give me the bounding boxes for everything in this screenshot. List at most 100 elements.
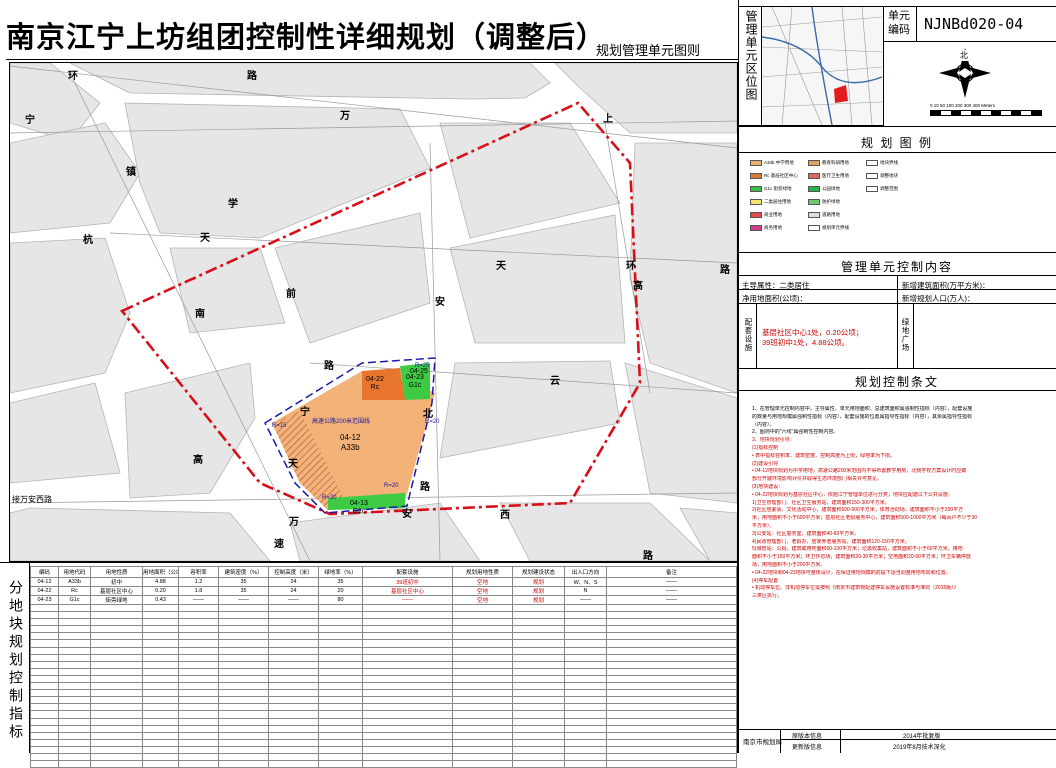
table-cell bbox=[606, 639, 737, 648]
table-cell bbox=[58, 660, 91, 669]
legend-swatch bbox=[808, 160, 820, 166]
legend-swatch bbox=[750, 173, 762, 179]
table-cell bbox=[178, 674, 219, 684]
locator-label: 管理单元区位图 bbox=[744, 10, 758, 101]
legend-item: 商务用地 bbox=[750, 225, 782, 231]
road-label: 安 bbox=[402, 509, 412, 520]
table-cell: —— bbox=[606, 577, 737, 587]
table-cell bbox=[564, 696, 607, 705]
table-cell bbox=[58, 724, 91, 733]
table-cell bbox=[30, 689, 59, 698]
table-cell bbox=[268, 724, 319, 733]
table-cell bbox=[58, 618, 91, 627]
table-cell bbox=[90, 646, 143, 655]
table-cell bbox=[318, 674, 363, 684]
curb-radius-label: R=25 bbox=[415, 363, 430, 369]
legend-text: 调整范围 bbox=[880, 186, 898, 192]
curb-radius-label: R=20 bbox=[322, 495, 337, 501]
north-label: 北 bbox=[960, 50, 968, 61]
table-cell bbox=[90, 632, 143, 641]
table-cell bbox=[178, 625, 219, 634]
table-cell bbox=[30, 611, 59, 620]
legend-item: Rc 基层社区中心 bbox=[750, 173, 798, 179]
table-cell bbox=[512, 717, 565, 726]
table-cell bbox=[452, 760, 513, 768]
table-cell bbox=[362, 703, 453, 712]
table-cell bbox=[218, 738, 269, 747]
table-cell bbox=[606, 660, 737, 669]
table-cell bbox=[142, 618, 179, 627]
unit-code-divider bbox=[916, 6, 917, 42]
table-cell bbox=[30, 752, 59, 762]
table-row-empty bbox=[30, 660, 737, 669]
legend-title: 规 划 图 例 bbox=[860, 136, 933, 150]
table-row-empty bbox=[30, 731, 737, 740]
table-cell bbox=[218, 639, 269, 648]
map-frame: 环路宁万镇上学高杭天天环路前南安高云路宁北天路接万安西路西路万速安 04-12 A3… bbox=[9, 62, 738, 562]
table-cell bbox=[606, 618, 737, 627]
road-label: 路 bbox=[324, 361, 334, 372]
table-cell bbox=[606, 625, 737, 634]
table-cell bbox=[452, 632, 513, 641]
table-cell: 基层社区中心 bbox=[90, 586, 143, 596]
table-cell bbox=[452, 660, 513, 669]
table-cell: 04-22 bbox=[30, 586, 59, 596]
table-cell bbox=[452, 603, 513, 613]
table-cell bbox=[362, 760, 453, 768]
parcel-label-04-22: 04-22 Rc bbox=[366, 376, 384, 393]
table-cell bbox=[606, 760, 737, 768]
article-line: • 机动停车位、非机动停车位需按照《南京市建筑物配建停车设施设置标准与准则（20… bbox=[752, 585, 959, 592]
block bbox=[124, 102, 431, 239]
parcel-label-04-13: 04-13 G1c bbox=[350, 500, 368, 517]
table-cell bbox=[564, 653, 607, 662]
table-cell bbox=[564, 646, 607, 655]
table-cell bbox=[58, 682, 91, 691]
block bbox=[10, 237, 131, 394]
table-cell bbox=[30, 696, 59, 705]
table-cell bbox=[218, 603, 269, 613]
legend-item: 调整范围 bbox=[866, 186, 898, 192]
table-cell bbox=[564, 682, 607, 691]
table-cell bbox=[362, 646, 453, 655]
table-cell bbox=[178, 752, 219, 762]
table-cell bbox=[218, 760, 269, 768]
article-line: 1、在管理单元控制内容中，主导属性、单元用地面积、总建筑面积属强制性指标（内容）… bbox=[752, 406, 973, 412]
table-cell bbox=[30, 745, 59, 754]
table-cell bbox=[268, 674, 319, 684]
unit-code-label: 单元编码 bbox=[888, 10, 910, 36]
table-cell bbox=[362, 660, 453, 669]
frame-line-top bbox=[6, 59, 738, 60]
article-line: 3、地块规划引导： bbox=[752, 437, 795, 444]
table-cell bbox=[362, 717, 453, 726]
table-row-empty bbox=[30, 611, 737, 620]
table-header-cell: 控制高度（米） bbox=[268, 566, 319, 578]
road-label: 接万安西路 bbox=[12, 495, 52, 504]
table-cell: 基层社区中心 bbox=[362, 586, 453, 596]
table-cell bbox=[90, 724, 143, 733]
table-cell bbox=[564, 710, 607, 719]
table-cell: Rc bbox=[58, 586, 91, 596]
table-cell bbox=[318, 646, 363, 655]
article-line: 米，用地面积不小于600平方米；基层社区老龄服务中心，建筑面积500-1000平… bbox=[752, 515, 978, 522]
table-cell bbox=[362, 731, 453, 740]
table-cell bbox=[90, 603, 143, 613]
table-cell bbox=[318, 752, 363, 762]
table-cell bbox=[452, 724, 513, 733]
table-cell bbox=[268, 682, 319, 691]
table-cell bbox=[30, 625, 59, 634]
legend-swatch bbox=[750, 225, 762, 231]
page-title: 南京江宁上坊组团控制性详细规划（调整后） bbox=[6, 22, 607, 54]
table-cell bbox=[512, 760, 565, 768]
table-cell bbox=[90, 674, 143, 684]
table-cell bbox=[218, 653, 269, 662]
table-cell bbox=[606, 674, 737, 684]
table-cell bbox=[90, 667, 143, 676]
table-cell bbox=[606, 696, 737, 705]
table-cell bbox=[178, 703, 219, 712]
table-cell bbox=[452, 738, 513, 747]
table-cell bbox=[452, 717, 513, 726]
table-cell: —— bbox=[218, 595, 269, 605]
table-cell bbox=[90, 696, 143, 705]
table-header-cell: 绿地率（%） bbox=[318, 566, 363, 578]
table-cell: G1c bbox=[58, 595, 91, 605]
